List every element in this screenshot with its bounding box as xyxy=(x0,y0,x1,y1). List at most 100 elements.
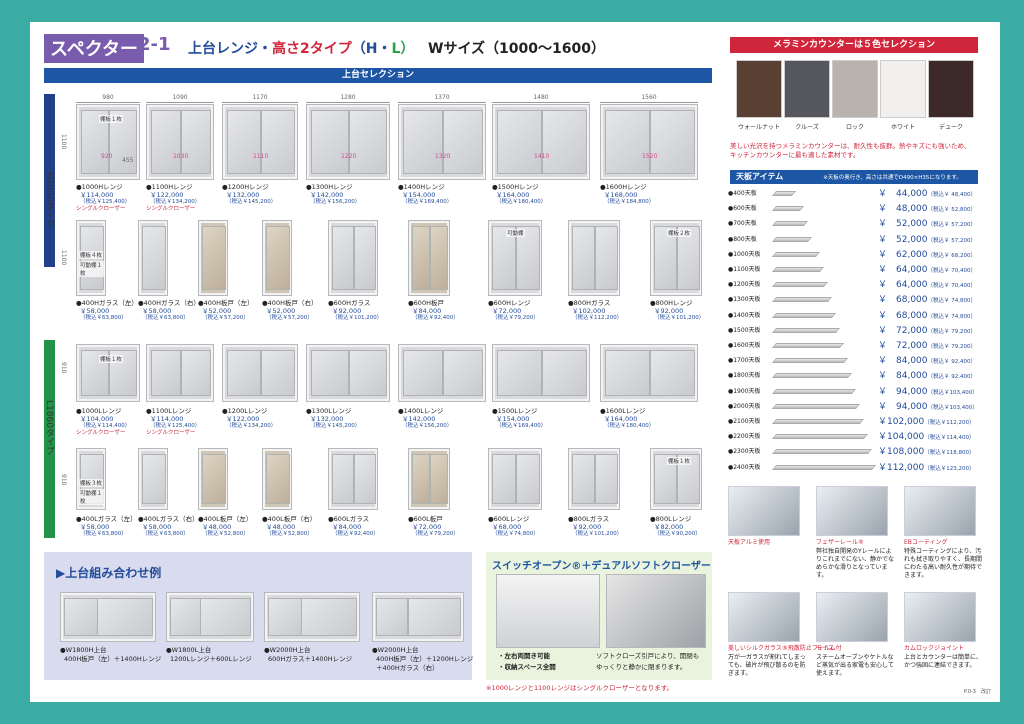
unit-price: ￥92,000 xyxy=(332,307,362,315)
combination-door xyxy=(200,598,252,636)
width-size-range: Wサイズ（1000〜1600） xyxy=(428,41,605,57)
top-item-row: ●1300天板 ￥ 68,000（税込￥ 74,800） xyxy=(728,292,980,307)
top-item-row: ●1500天板 ￥ 72,000（税込￥ 79,200） xyxy=(728,323,980,338)
cabinet-door xyxy=(142,454,166,504)
unit-tax-price: （税込￥57,200） xyxy=(266,315,313,321)
sliding-door xyxy=(227,110,261,174)
unit-cabinet xyxy=(408,448,450,510)
unit-price: ￥92,000 xyxy=(654,307,684,315)
melamine-swatch-name: デューク xyxy=(938,124,963,131)
unit-tax-price: （税込￥101,200） xyxy=(654,315,705,321)
unit-price: ￥58,000 xyxy=(80,307,110,315)
top-item-slab xyxy=(771,434,869,440)
feature-title: カムロックジョイント xyxy=(904,645,965,652)
range-tax-price: （税込￥134,200） xyxy=(150,199,201,205)
range-price: ￥132,000 xyxy=(226,191,260,199)
top-item-slab xyxy=(771,358,849,364)
top-item-price: ￥ 72,000 xyxy=(878,341,928,351)
range-name: ●1100Hレンジ xyxy=(146,183,193,191)
top-item-tax-price: （税込￥ 57,200） xyxy=(927,237,977,244)
page-number: P.0-3 改訂 xyxy=(964,689,991,695)
unit-cabinet xyxy=(138,448,168,510)
top-item-name: ●1900天板 xyxy=(728,387,761,395)
unit-cabinet xyxy=(328,448,378,510)
top-item-name: ●800天板 xyxy=(728,235,757,243)
unit-tax-price: （税込￥63,800） xyxy=(80,315,127,321)
top-item-row: ●1700天板 ￥ 84,000（税込￥ 92,400） xyxy=(728,353,980,368)
unit-tax-price: （税込￥92,400） xyxy=(332,531,379,537)
switch-bullet-1: ・左右両開き可能 xyxy=(498,652,550,660)
top-item-slab xyxy=(771,327,841,333)
unit-tax-price: （税込￥92,400） xyxy=(412,315,459,321)
unit-tax-price: （税込￥79,200） xyxy=(492,315,539,321)
top-item-price-group: ￥104,000（税込￥114,400） xyxy=(878,429,974,442)
shelf-label: 棚板１枚 xyxy=(99,115,124,123)
top-item-tax-price: （税込￥103,400） xyxy=(927,389,978,396)
range-tax-price: （税込￥125,400） xyxy=(80,199,131,205)
inner-width-label: 1110 xyxy=(253,153,269,160)
top-item-slab xyxy=(771,373,853,379)
unit-tax-price: （税込￥101,200） xyxy=(332,315,383,321)
unit-price: ￥48,000 xyxy=(202,523,232,531)
top-item-price: ￥ 68,000 xyxy=(878,310,928,321)
combination-photo xyxy=(166,592,254,642)
top-item-name: ●2400天板 xyxy=(728,463,761,471)
top-item-name: ●700天板 xyxy=(728,220,757,228)
top-item-name: ●2300天板 xyxy=(728,448,761,456)
sliding-door xyxy=(349,350,387,396)
cabinet-door xyxy=(572,226,595,290)
switch-bullet-2: ・収納スペース全開 xyxy=(498,663,556,671)
width-dim-label: 1370 xyxy=(434,94,450,101)
range-tax-price: （税込￥184,800） xyxy=(604,199,655,205)
top-item-tax-price: （税込￥118,800） xyxy=(924,450,975,457)
top-item-price-group: ￥108,000（税込￥118,800） xyxy=(878,444,974,457)
top-item-price-group: ￥ 72,000（税込￥ 79,200） xyxy=(878,338,976,351)
feature-text: スチームオーブンやケトルなど蒸気が出る家電も安心して使えます。 xyxy=(816,654,894,677)
range-cabinet xyxy=(306,344,390,402)
range-price: ￥114,000 xyxy=(150,415,184,423)
top-item-tax-price: （税込￥123,200） xyxy=(924,465,975,472)
range-tax-price: （税込￥180,400） xyxy=(604,423,655,429)
top-item-tax-price: （税込￥ 92,400） xyxy=(927,359,977,366)
combination-door xyxy=(170,598,201,636)
range-price: ￥122,000 xyxy=(226,415,260,423)
sliding-door xyxy=(349,110,387,174)
unit-name: ●400Lガラス（左） xyxy=(76,515,137,523)
range-name: ●1300Lレンジ xyxy=(306,407,352,415)
range-price: ￥154,000 xyxy=(496,415,530,423)
shelf-label: 棚板２枚 xyxy=(667,229,692,237)
series-badge: スペクター xyxy=(44,34,145,63)
top-item-price-group: ￥ 64,000（税込￥ 70,400） xyxy=(878,262,976,275)
sliding-door xyxy=(605,110,650,174)
top-item-tax-price: （税込￥ 92,400） xyxy=(927,374,977,381)
switch-desc-1: ソフトクローズ引戸により、開閉も xyxy=(596,652,700,660)
inner-width-label: 920 xyxy=(101,153,113,160)
unit-tax-price: （税込￥90,200） xyxy=(654,531,701,537)
top-item-name: ●1500天板 xyxy=(728,326,761,334)
range-cabinet: 1110 xyxy=(222,104,298,180)
range-cabinet xyxy=(398,344,486,402)
sliding-door xyxy=(443,110,483,174)
unit-price: ￥52,000 xyxy=(202,307,232,315)
sliding-door xyxy=(151,110,181,174)
top-item-tax-price: （税込￥ 79,200） xyxy=(927,344,977,350)
unit-price: ￥68,000 xyxy=(492,523,522,531)
top-item-price: ￥ 64,000 xyxy=(878,265,928,275)
top-item-slab xyxy=(771,251,821,257)
top-item-tax-price: （税込￥112,200） xyxy=(924,420,975,426)
top-item-name: ●2000天板 xyxy=(728,402,761,410)
combination-door xyxy=(407,598,462,636)
top-item-price: ￥ 84,000 xyxy=(878,371,928,382)
cabinet-door xyxy=(142,226,166,290)
unit-name: ●800Lガラス xyxy=(568,515,610,523)
range-note: シングルクローザー xyxy=(76,430,126,436)
range-price: ￥104,000 xyxy=(80,415,114,423)
inner-depth-dim: 455 xyxy=(122,157,134,164)
range-price: ￥168,000 xyxy=(604,191,638,199)
top-item-tax-price: （税込￥103,400） xyxy=(927,404,978,411)
melamine-swatch xyxy=(928,60,974,118)
title-part-c: （H xyxy=(351,41,378,57)
top-item-price: ￥ 64,000 xyxy=(878,280,928,291)
width-dim-line xyxy=(492,102,590,103)
feature-title: 天板アルミ使用 xyxy=(728,539,770,546)
